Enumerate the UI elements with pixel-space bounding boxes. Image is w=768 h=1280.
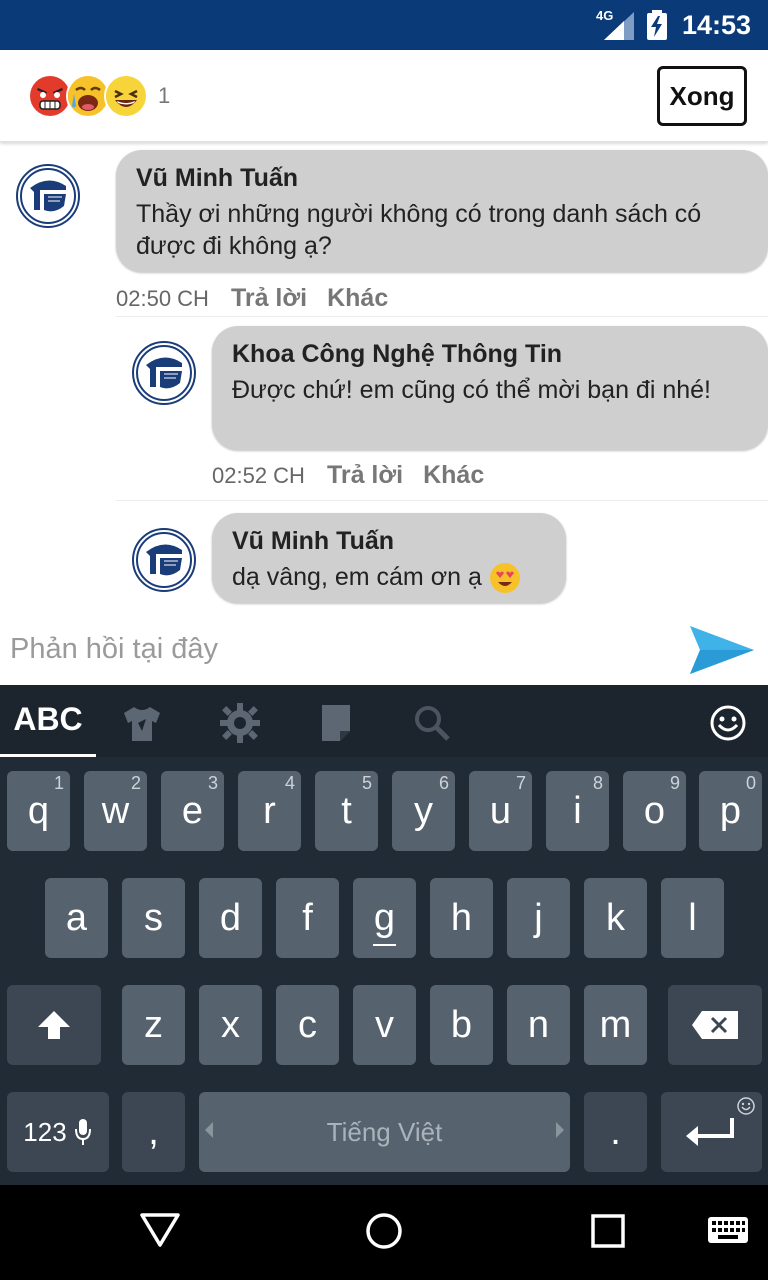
- key-h[interactable]: h: [430, 878, 493, 958]
- reactions-summary[interactable]: 1: [28, 74, 170, 118]
- search-icon[interactable]: [410, 701, 454, 745]
- clipboard-note-icon[interactable]: [314, 701, 358, 745]
- key-i[interactable]: i8: [546, 771, 609, 851]
- status-bar: 4G 14:53: [0, 0, 768, 50]
- enter-icon: [685, 1118, 734, 1146]
- comment-author[interactable]: Vũ Minh Tuấn: [136, 162, 748, 194]
- university-logo-icon: [20, 168, 76, 224]
- keyboard-tab-abc[interactable]: ABC: [0, 685, 96, 757]
- comment-author[interactable]: Vũ Minh Tuấn: [232, 525, 546, 557]
- laughing-face-icon: [104, 74, 148, 118]
- gear-icon[interactable]: [218, 701, 262, 745]
- comment-author[interactable]: Khoa Công Nghệ Thông Tin: [232, 338, 748, 370]
- space-bar-label: Tiếng Việt: [326, 1116, 443, 1147]
- key-a[interactable]: a: [45, 878, 108, 958]
- space-bar[interactable]: Tiếng Việt: [199, 1092, 570, 1172]
- comment-bubble[interactable]: Vũ Minh Tuấn dạ vâng, em cám ơn ạ: [212, 513, 566, 603]
- emoji-icon[interactable]: [706, 701, 750, 745]
- heart-eyes-emoji-icon: [489, 563, 520, 594]
- language-next-icon: [556, 1122, 564, 1138]
- backspace-icon: [692, 1011, 738, 1039]
- key-b[interactable]: b: [430, 985, 493, 1065]
- navigation-bar: [0, 1185, 768, 1280]
- key-r[interactable]: r4: [238, 771, 301, 851]
- shift-arrow-icon: [38, 1011, 70, 1039]
- key-q[interactable]: q1: [7, 771, 70, 851]
- key-p[interactable]: p0: [699, 771, 762, 851]
- key-d[interactable]: d: [199, 878, 262, 958]
- emoji-hint-icon: [737, 1097, 755, 1115]
- key-t[interactable]: t5: [315, 771, 378, 851]
- done-button[interactable]: Xong: [657, 66, 747, 126]
- comment-meta: 02:52 CH Trả lời Khác: [212, 461, 504, 490]
- key-n[interactable]: n: [507, 985, 570, 1065]
- enter-key[interactable]: [661, 1092, 762, 1172]
- recents-icon[interactable]: [584, 1207, 632, 1255]
- send-icon[interactable]: [688, 624, 756, 676]
- comment-meta: 02:50 CH Trả lời Khác: [116, 284, 408, 313]
- comment-timestamp: 02:52 CH: [212, 463, 305, 488]
- reply-input[interactable]: [10, 628, 660, 670]
- comma-key[interactable]: ,: [122, 1092, 185, 1172]
- comment-text: Thầy ơi những người không có trong danh …: [136, 200, 702, 260]
- key-y[interactable]: y6: [392, 771, 455, 851]
- reaction-count: 1: [158, 83, 171, 108]
- key-u[interactable]: u7: [469, 771, 532, 851]
- shift-key[interactable]: [7, 985, 101, 1065]
- reactions-header: 1 Xong: [0, 50, 768, 142]
- key-k[interactable]: k: [584, 878, 647, 958]
- comment-bubble[interactable]: Khoa Công Nghệ Thông Tin Được chứ! em cũ…: [212, 326, 768, 450]
- key-c[interactable]: c: [276, 985, 339, 1065]
- language-prev-icon: [205, 1122, 213, 1138]
- key-j[interactable]: j: [507, 878, 570, 958]
- backspace-key[interactable]: [668, 985, 762, 1065]
- back-icon[interactable]: [136, 1207, 184, 1255]
- numbers-key[interactable]: 123: [7, 1092, 109, 1172]
- key-o[interactable]: o9: [623, 771, 686, 851]
- reply-link[interactable]: Trả lời: [231, 284, 307, 313]
- keyboard-toolbar: ABC: [0, 685, 768, 757]
- theme-shirt-icon[interactable]: [120, 701, 164, 745]
- period-key[interactable]: .: [584, 1092, 647, 1172]
- home-icon[interactable]: [360, 1207, 408, 1255]
- key-m[interactable]: m: [584, 985, 647, 1065]
- reply-bar: [0, 612, 768, 685]
- more-link[interactable]: Khác: [423, 461, 484, 490]
- key-x[interactable]: x: [199, 985, 262, 1065]
- key-e[interactable]: e3: [161, 771, 224, 851]
- comment-bubble[interactable]: Vũ Minh Tuấn Thầy ơi những người không c…: [116, 150, 768, 272]
- microphone-icon: [74, 1119, 91, 1145]
- comment-text: dạ vâng, em cám ơn ạ: [232, 563, 482, 591]
- key-z[interactable]: z: [122, 985, 185, 1065]
- university-logo-icon: [136, 345, 192, 401]
- signal-icon: [604, 12, 634, 40]
- keyboard-switch-icon[interactable]: [704, 1207, 752, 1255]
- soft-keyboard: ABC q 1 w 2 e 3 r 4 t 5 y 6 u 7 i 8 o 9 …: [0, 685, 768, 1185]
- thread-divider: [116, 500, 768, 501]
- key-w[interactable]: w2: [84, 771, 147, 851]
- comment-text: Được chứ! em cũng có thể mời bạn đi nhé!: [232, 376, 711, 404]
- key-s[interactable]: s: [122, 878, 185, 958]
- reply-link[interactable]: Trả lời: [327, 461, 403, 490]
- avatar[interactable]: [16, 164, 80, 228]
- avatar[interactable]: [132, 341, 196, 405]
- key-l[interactable]: l: [661, 878, 724, 958]
- comment-timestamp: 02:50 CH: [116, 286, 209, 311]
- avatar[interactable]: [132, 528, 196, 592]
- more-link[interactable]: Khác: [327, 284, 388, 313]
- battery-charging-icon: [647, 10, 667, 40]
- clock: 14:53: [682, 10, 752, 40]
- university-logo-icon: [136, 532, 192, 588]
- key-f[interactable]: f: [276, 878, 339, 958]
- key-g[interactable]: g: [353, 878, 416, 958]
- thread-divider: [116, 316, 768, 317]
- comment-text-row: dạ vâng, em cám ơn ạ: [232, 561, 546, 594]
- key-v[interactable]: v: [353, 985, 416, 1065]
